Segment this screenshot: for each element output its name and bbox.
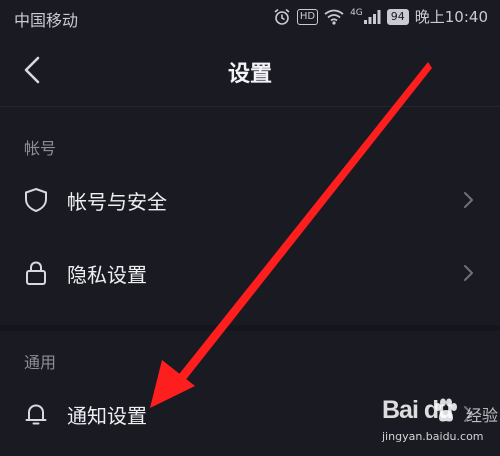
page-title: 设置 <box>227 62 272 87</box>
shield-icon <box>25 187 47 213</box>
carrier-name: 中国移动 <box>14 11 79 30</box>
network-type: 4G <box>350 7 363 18</box>
section-label-general: 通用 <box>24 353 57 372</box>
header-divider <box>0 106 500 107</box>
battery-indicator: 94 <box>386 8 409 25</box>
settings-item-label: 帐号与安全 <box>67 190 167 214</box>
signal-icon <box>363 9 381 24</box>
chevron-right-icon <box>464 192 473 208</box>
settings-item-account-security[interactable]: 帐号与安全 <box>0 170 500 230</box>
watermark-url: jingyan.baidu.com <box>382 430 484 443</box>
wifi-icon <box>324 9 344 25</box>
baidu-jingyan-watermark: Bai du 经验 jingyan.baidu.com <box>382 396 498 456</box>
watermark-suffix: 经验 <box>466 406 499 425</box>
settings-item-label: 隐私设置 <box>67 263 147 287</box>
section-divider <box>0 325 500 331</box>
clock: 晚上10:40 <box>414 8 488 26</box>
hd-badge: HD <box>296 8 319 25</box>
page-header: 设置 <box>0 34 500 106</box>
alarm-icon <box>274 8 290 25</box>
section-label-account: 帐号 <box>24 139 57 158</box>
settings-item-label: 通知设置 <box>67 404 147 428</box>
bell-icon <box>25 404 47 425</box>
settings-item-privacy[interactable]: 隐私设置 <box>0 243 500 303</box>
lock-icon <box>26 261 46 285</box>
chevron-right-icon <box>464 265 473 281</box>
status-bar: 中国移动 HD 4G 94 晚上10:40 <box>0 0 500 34</box>
status-icons: HD 4G 94 晚上10:40 <box>273 6 488 27</box>
paw-logo-icon <box>435 398 457 422</box>
